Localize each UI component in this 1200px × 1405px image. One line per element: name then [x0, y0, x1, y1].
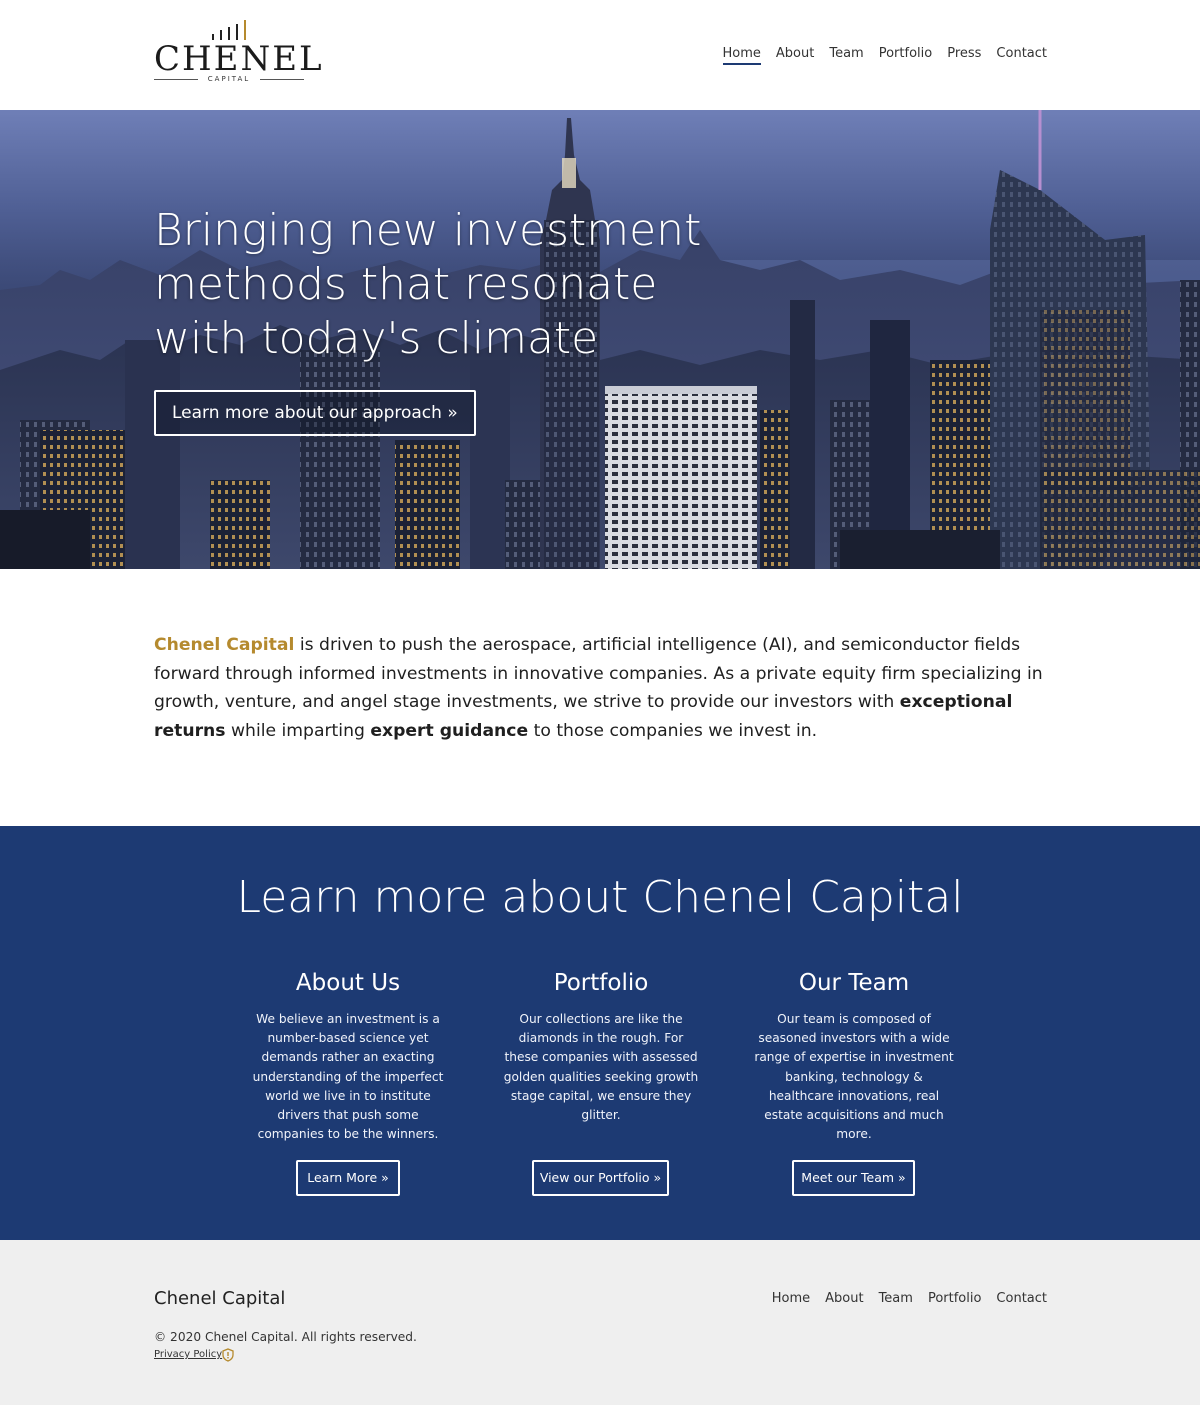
footer-nav-team[interactable]: Team: [879, 1291, 913, 1306]
logo-wordmark: CHENEL: [154, 39, 324, 79]
nav-home[interactable]: Home: [722, 46, 761, 65]
main-nav: Home About Team Portfolio Press Contact: [722, 46, 1047, 65]
brand-name: Chenel Capital: [154, 635, 295, 655]
chenel-logo[interactable]: CHENEL CAPITAL: [154, 20, 324, 84]
site-footer: Chenel Capital Home About Team Portfolio…: [0, 1240, 1200, 1405]
about-text: We believe an investment is a number-bas…: [252, 1012, 444, 1142]
team-column: Our Team Our team is composed of seasone…: [754, 966, 954, 1144]
nav-contact[interactable]: Contact: [996, 46, 1047, 65]
privacy-policy-link[interactable]: Privacy Policy: [154, 1349, 222, 1360]
footer-nav-portfolio[interactable]: Portfolio: [928, 1291, 981, 1306]
learn-more-section: Learn more about Chenel Capital About Us…: [0, 826, 1200, 1240]
hero-title: Bringing new investment methods that res…: [154, 205, 702, 364]
view-portfolio-button[interactable]: View our Portfolio »: [532, 1160, 669, 1196]
nav-portfolio[interactable]: Portfolio: [879, 46, 932, 65]
nav-team[interactable]: Team: [829, 46, 863, 65]
footer-nav-home[interactable]: Home: [772, 1291, 810, 1306]
approach-button[interactable]: Learn more about our approach »: [154, 390, 476, 436]
team-title: Our Team: [798, 970, 910, 996]
nav-press[interactable]: Press: [947, 46, 981, 65]
learn-more-button[interactable]: Learn More »: [296, 1160, 400, 1196]
site-header: CHENEL CAPITAL Home About Team Portfolio…: [0, 0, 1200, 110]
logo-bars-icon: [210, 20, 250, 40]
intro-bold-2: expert guidance: [370, 720, 529, 741]
footer-brand: Chenel Capital: [154, 1288, 286, 1309]
portfolio-text: Our collections are like the diamonds in…: [503, 1012, 699, 1123]
footer-nav: Home About Team Portfolio Contact: [772, 1291, 1047, 1306]
about-column: About Us We believe an investment is a n…: [248, 966, 448, 1144]
shield-icon[interactable]: [222, 1348, 234, 1362]
nav-about[interactable]: About: [776, 46, 814, 65]
footer-nav-contact[interactable]: Contact: [996, 1291, 1047, 1306]
meet-team-button[interactable]: Meet our Team »: [792, 1160, 915, 1196]
intro-section: Chenel Capital is driven to push the aer…: [0, 569, 1200, 826]
portfolio-title: Portfolio: [553, 970, 649, 996]
team-text: Our team is composed of seasoned investo…: [754, 1012, 954, 1142]
intro-paragraph: Chenel Capital is driven to push the aer…: [154, 631, 1054, 745]
intro-text-2: while imparting: [225, 720, 371, 741]
intro-text-3: to those companies we invest in.: [528, 720, 818, 741]
portfolio-column: Portfolio Our collections are like the d…: [501, 966, 701, 1125]
footer-nav-about[interactable]: About: [825, 1291, 863, 1306]
about-title: About Us: [295, 970, 401, 996]
hero-banner: Bringing new investment methods that res…: [0, 110, 1200, 569]
learn-more-title: Learn more about Chenel Capital: [236, 872, 964, 923]
copyright-text: © 2020 Chenel Capital. All rights reserv…: [154, 1330, 417, 1344]
